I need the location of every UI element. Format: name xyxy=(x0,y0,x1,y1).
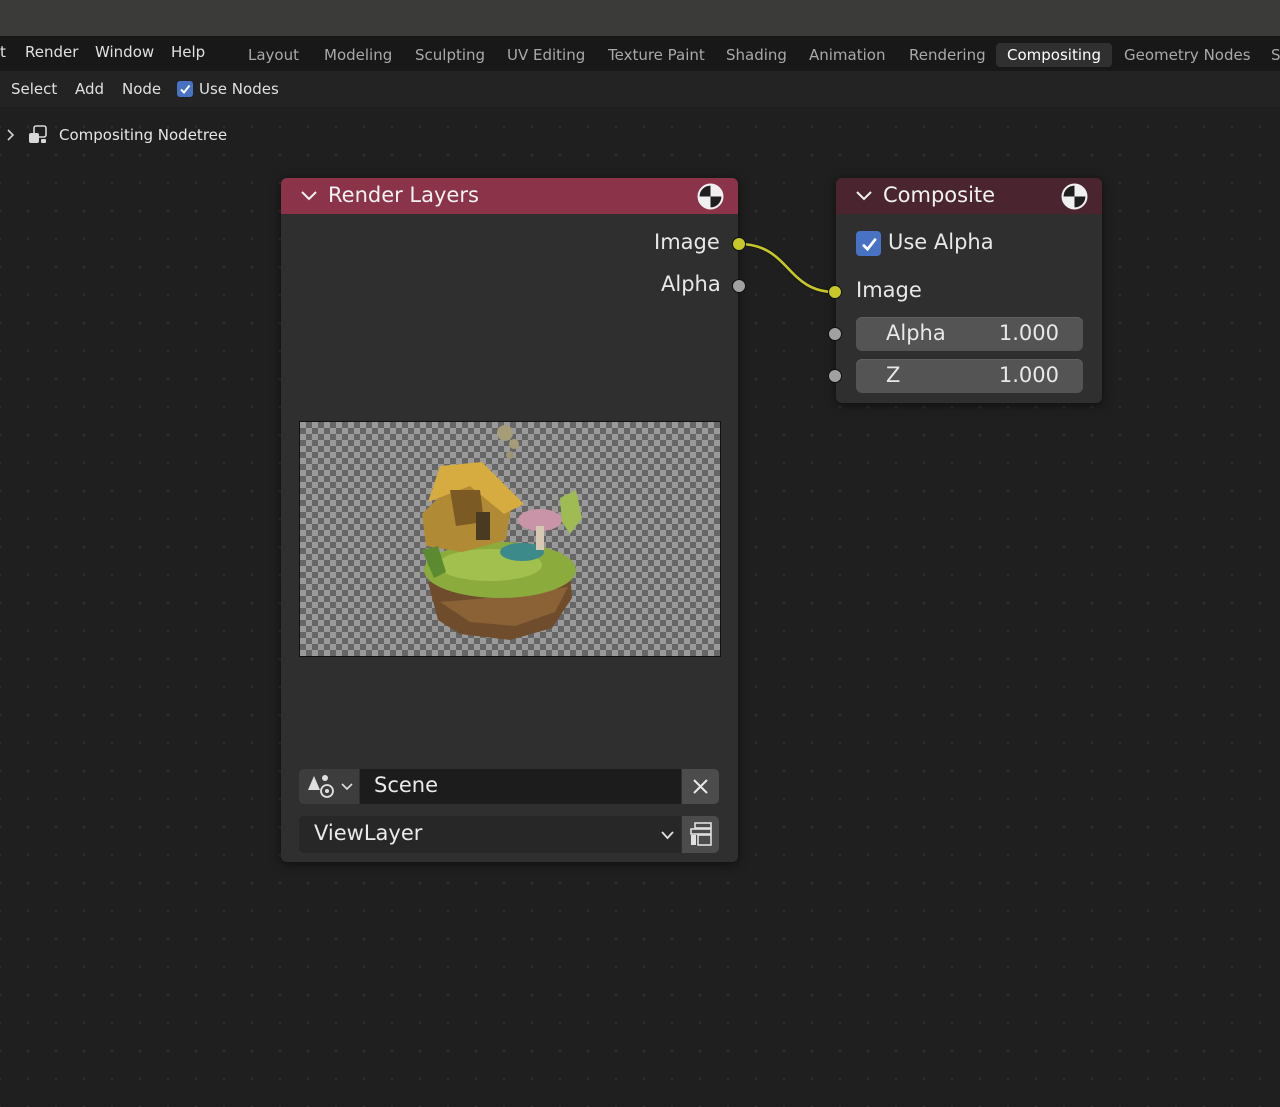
render-layer-button[interactable] xyxy=(682,816,719,853)
input-z-socket[interactable] xyxy=(828,369,842,383)
render-layer-icon xyxy=(690,822,712,846)
output-image-label: Image xyxy=(654,230,720,254)
composite-header[interactable]: Composite xyxy=(836,178,1102,214)
scene-unlink-button[interactable] xyxy=(682,769,719,804)
alpha-field-label: Alpha xyxy=(886,321,946,345)
alpha-value-field[interactable]: Alpha 1.000 xyxy=(856,317,1083,351)
composite-node[interactable]: Composite Use Alpha Image Alpha 1.000 Z … xyxy=(836,178,1102,403)
scene-browse-button[interactable] xyxy=(299,769,359,804)
collapse-chevron-icon[interactable] xyxy=(855,189,873,203)
input-image-socket[interactable] xyxy=(828,285,842,299)
composite-title: Composite xyxy=(883,183,996,207)
dropdown-chevron-icon xyxy=(661,831,674,840)
render-preview-image xyxy=(299,421,721,657)
image-link[interactable] xyxy=(738,242,836,294)
scene-name: Scene xyxy=(374,773,439,797)
z-value-field[interactable]: Z 1.000 xyxy=(856,359,1083,393)
output-image-socket[interactable] xyxy=(732,237,746,251)
z-field-value: 1.000 xyxy=(998,363,1059,387)
use-alpha-checkbox[interactable] xyxy=(856,231,881,256)
input-alpha-socket[interactable] xyxy=(828,327,842,341)
input-image-label: Image xyxy=(856,278,922,302)
scene-data-icon xyxy=(308,775,334,798)
view-layer-name: ViewLayer xyxy=(314,821,423,845)
render-layers-title: Render Layers xyxy=(328,183,479,207)
chevron-down-icon xyxy=(341,783,353,791)
output-alpha-label: Alpha xyxy=(661,272,721,296)
output-alpha-socket[interactable] xyxy=(732,279,746,293)
render-preview-sphere-icon[interactable] xyxy=(697,183,724,210)
scene-name-field[interactable]: Scene xyxy=(360,769,681,804)
checkmark-icon xyxy=(861,237,877,251)
view-layer-dropdown[interactable]: ViewLayer xyxy=(299,816,681,853)
use-alpha-label: Use Alpha xyxy=(888,230,994,254)
render-preview-illustration xyxy=(422,425,582,640)
z-field-label: Z xyxy=(886,363,901,387)
collapse-chevron-icon[interactable] xyxy=(300,189,318,203)
alpha-field-value: 1.000 xyxy=(998,321,1059,345)
close-icon xyxy=(693,779,708,794)
render-layers-header[interactable]: Render Layers xyxy=(281,178,738,214)
render-preview-sphere-icon[interactable] xyxy=(1061,183,1088,210)
